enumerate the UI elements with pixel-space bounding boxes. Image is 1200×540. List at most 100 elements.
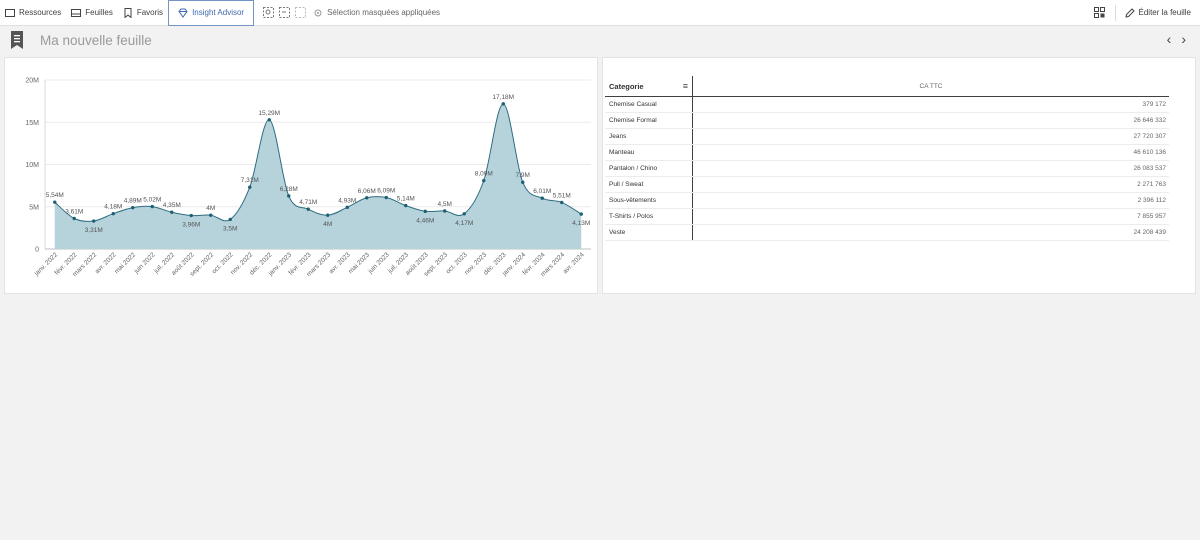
pencil-icon bbox=[1124, 7, 1135, 18]
menu-icon[interactable]: ≡ bbox=[683, 81, 688, 91]
data-point bbox=[365, 196, 369, 200]
step-back-button[interactable] bbox=[276, 0, 292, 26]
data-label: 4,5M bbox=[438, 201, 452, 208]
sheets-label: Feuilles bbox=[85, 8, 113, 17]
data-label: 5,02M bbox=[143, 197, 161, 204]
cell-categorie[interactable]: Chemise Formal bbox=[605, 113, 693, 128]
table-row[interactable]: Pull / Sweat 2 271 763 bbox=[605, 177, 1169, 193]
edit-sheet-label: Éditer la feuille bbox=[1138, 8, 1191, 17]
column-header-ca-ttc[interactable]: CA TTC bbox=[693, 83, 1169, 90]
area-chart-panel[interactable]: 0 5M 10M 15M 20M 5,54M janv. 2022 3,61M févr. 20… bbox=[4, 57, 598, 294]
data-label: 6,06M bbox=[358, 188, 376, 195]
selection-back-icon bbox=[278, 7, 290, 18]
table-row[interactable]: Manteau 46 610 136 bbox=[605, 145, 1169, 161]
cell-categorie[interactable]: Chemise Casual bbox=[605, 97, 693, 112]
cell-categorie[interactable]: Veste bbox=[605, 225, 693, 240]
gear-icon bbox=[314, 9, 322, 16]
table-row[interactable]: Sous-vêtements 2 396 112 bbox=[605, 193, 1169, 209]
table-body: Chemise Casual 379 172 Chemise Formal 26 64… bbox=[605, 97, 1169, 241]
y-tick-label: 20M bbox=[25, 78, 39, 85]
data-point bbox=[287, 194, 291, 198]
data-label: 4,46M bbox=[416, 217, 434, 224]
layout-button[interactable] bbox=[1089, 7, 1111, 18]
data-label: 7,31M bbox=[241, 177, 259, 184]
y-tick-label: 10M bbox=[25, 162, 39, 169]
table-row[interactable]: Veste 24 208 439 bbox=[605, 225, 1169, 241]
table-row[interactable]: Chemise Formal 26 646 332 bbox=[605, 113, 1169, 129]
data-point bbox=[345, 205, 349, 210]
data-point bbox=[560, 200, 564, 205]
x-tick-label: juin 2022 bbox=[132, 251, 157, 276]
data-point bbox=[306, 207, 310, 211]
cell-categorie[interactable]: Pantalon / Chino bbox=[605, 161, 693, 176]
table-panel[interactable]: Categorie ≡ CA TTC Chemise Casual 379 172… bbox=[602, 57, 1196, 294]
series-area bbox=[54, 103, 582, 249]
table-row[interactable]: Jeans 27 720 307 bbox=[605, 129, 1169, 145]
cell-categorie[interactable]: Jeans bbox=[605, 129, 693, 144]
data-point bbox=[72, 216, 76, 221]
cell-categorie[interactable]: Manteau bbox=[605, 145, 693, 160]
sheet-icon bbox=[11, 31, 23, 49]
grid-icon bbox=[1094, 7, 1106, 18]
data-point bbox=[189, 213, 193, 218]
data-label: 5,54M bbox=[46, 192, 64, 199]
toolbar-divider bbox=[1114, 4, 1116, 21]
selection-status: Sélection masquées appliquées bbox=[308, 0, 445, 26]
table-row[interactable]: Pantalon / Chino 26 083 537 bbox=[605, 161, 1169, 177]
data-label: 4,89M bbox=[124, 198, 142, 205]
cell-categorie[interactable]: Pull / Sweat bbox=[605, 177, 693, 192]
data-point bbox=[170, 210, 174, 214]
resources-button[interactable]: Ressources bbox=[0, 0, 66, 26]
smart-search-button[interactable] bbox=[260, 0, 276, 26]
clear-selections-button[interactable] bbox=[292, 0, 308, 26]
table-row[interactable]: T-Shirts / Polos 7 855 957 bbox=[605, 209, 1169, 225]
data-point bbox=[482, 178, 486, 183]
data-point bbox=[111, 211, 115, 216]
resources-label: Ressources bbox=[19, 8, 62, 17]
data-label: 4,17M bbox=[455, 220, 473, 227]
favorites-button[interactable]: Favoris bbox=[118, 0, 168, 26]
sheets-button[interactable]: Feuilles bbox=[66, 0, 118, 26]
data-label: 6,09M bbox=[377, 188, 395, 195]
previous-sheet-icon[interactable]: ‹ bbox=[1167, 31, 1172, 47]
data-label: 4,18M bbox=[104, 204, 122, 211]
cell-ca-ttc: 24 208 439 bbox=[1133, 229, 1166, 236]
cell-ca-ttc: 46 610 136 bbox=[1133, 149, 1166, 156]
data-label: 8,09M bbox=[475, 171, 493, 178]
data-label: 6,28M bbox=[280, 186, 298, 193]
table-row[interactable]: Chemise Casual 379 172 bbox=[605, 97, 1169, 113]
next-sheet-icon[interactable]: › bbox=[1181, 31, 1186, 47]
column-header-categorie[interactable]: Categorie ≡ bbox=[605, 76, 693, 96]
area-chart[interactable]: 05M10M15M20M5,54Mjanv. 20223,61Mfévr. 20… bbox=[5, 58, 597, 293]
bookmark-icon bbox=[124, 7, 132, 18]
data-point bbox=[326, 213, 330, 217]
data-point bbox=[131, 205, 135, 210]
sheet-title: Ma nouvelle feuille bbox=[40, 32, 152, 48]
data-point bbox=[228, 217, 232, 222]
diamond-icon bbox=[178, 8, 188, 18]
cell-categorie[interactable]: T-Shirts / Polos bbox=[605, 209, 693, 224]
data-point bbox=[404, 203, 408, 208]
cell-categorie[interactable]: Sous-vêtements bbox=[605, 193, 693, 208]
data-point bbox=[540, 196, 544, 200]
data-point bbox=[423, 209, 427, 214]
y-tick-label: 0 bbox=[35, 247, 39, 254]
cell-ca-ttc: 2 396 112 bbox=[1137, 197, 1166, 204]
data-label: 3,96M bbox=[182, 222, 200, 229]
cell-ca-ttc: 379 172 bbox=[1142, 101, 1167, 108]
data-point bbox=[248, 185, 252, 189]
insight-advisor-button[interactable]: Insight Advisor bbox=[168, 0, 255, 26]
data-label: 4,93M bbox=[338, 197, 356, 204]
data-point bbox=[579, 212, 583, 216]
data-label: 4,71M bbox=[299, 199, 317, 206]
sheets-icon bbox=[71, 8, 82, 17]
data-point bbox=[209, 213, 213, 217]
edit-sheet-button[interactable]: Éditer la feuille bbox=[1120, 0, 1200, 26]
data-label: 7,9M bbox=[516, 172, 530, 179]
data-label: 15,29M bbox=[258, 110, 280, 117]
sheet-header: Ma nouvelle feuille ‹ › bbox=[0, 27, 1200, 53]
toolbar: Ressources Feuilles Favoris Insight Advi… bbox=[0, 0, 1200, 26]
data-label: 4M bbox=[323, 221, 332, 228]
selection-status-text: Sélection masquées appliquées bbox=[327, 8, 441, 17]
cell-ca-ttc: 27 720 307 bbox=[1133, 133, 1166, 140]
